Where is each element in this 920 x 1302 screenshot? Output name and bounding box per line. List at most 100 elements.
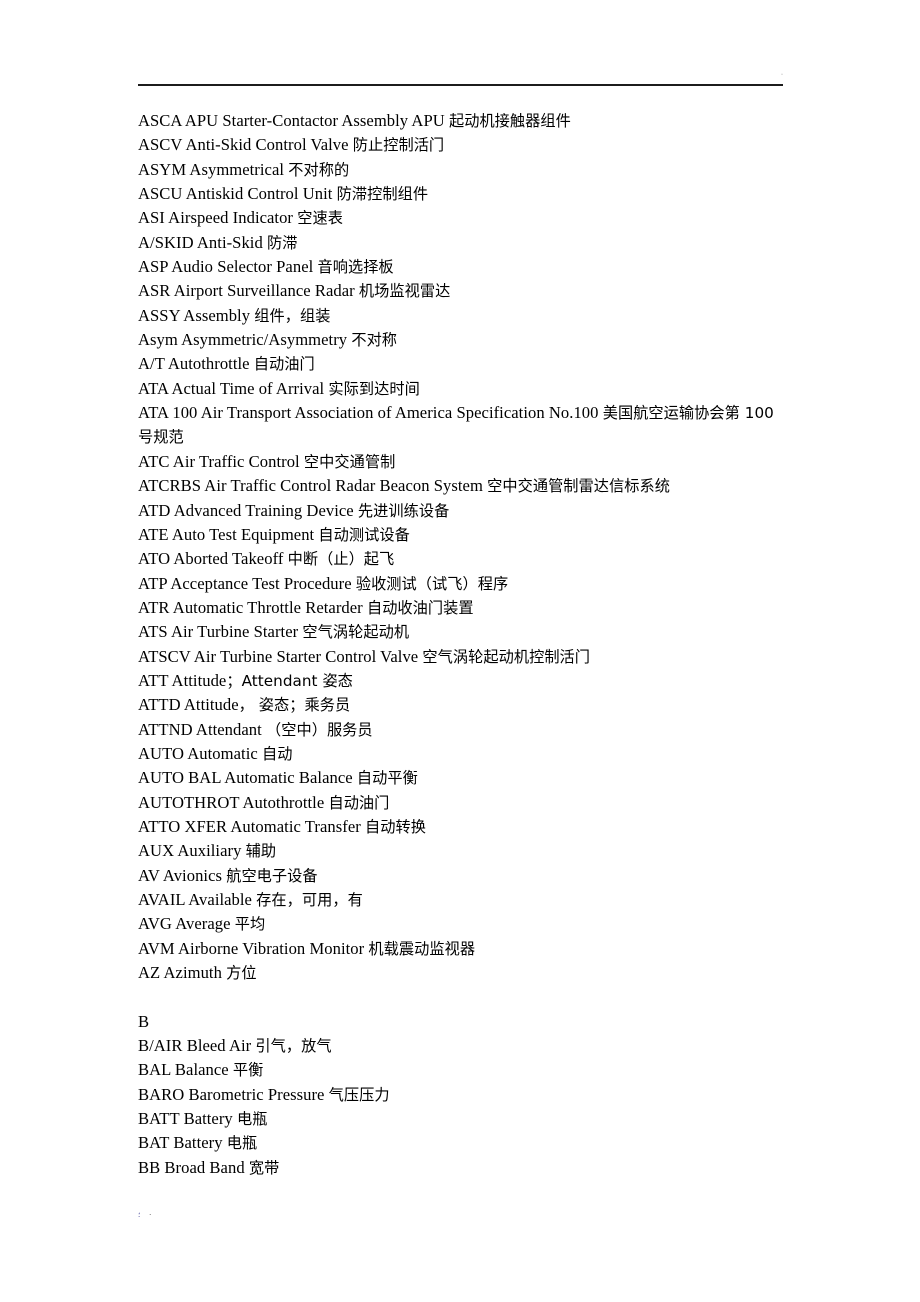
entry-term-en: BARO Barometric Pressure — [138, 1084, 329, 1104]
entry-term-en: AZ Azimuth — [138, 963, 227, 983]
entry-translation-zh: 平均 — [234, 915, 266, 934]
entry-term-en: ATTND Attendant — [138, 719, 266, 739]
entry-term-en: BAT Battery — [138, 1133, 227, 1153]
header-rule-divider — [138, 84, 783, 86]
entry-term-en: AVM Airborne Vibration Monitor — [138, 938, 369, 958]
entry-translation-zh: 平衡 — [232, 1061, 264, 1080]
glossary-entry: AVG Average 平均 — [138, 912, 783, 936]
document-page: · ASCA APU Starter-Contactor Assembly AP… — [0, 0, 920, 1302]
page-header: · — [138, 60, 783, 90]
entry-term-en: ASP Audio Selector Panel — [138, 257, 318, 277]
entry-term-en: ASCV Anti-Skid Control Valve — [138, 135, 353, 155]
entry-translation-zh: 自动收油门装置 — [366, 598, 474, 617]
glossary-entry-list: ASCA APU Starter-Contactor Assembly APU … — [138, 109, 783, 1180]
entry-translation-zh: 防滞 — [267, 233, 298, 252]
entry-translation-zh: 机场监视雷达 — [358, 282, 451, 301]
entry-term-en: ATP Acceptance Test Procedure — [138, 573, 356, 593]
entry-term-en: ATCRBS Air Traffic Control Radar Beacon … — [138, 476, 488, 496]
glossary-entry: ATTND Attendant （空中）服务员 — [138, 718, 783, 742]
glossary-entry: A/T Autothrottle 自动油门 — [138, 352, 783, 376]
entry-term-en: AV Avionics — [138, 865, 227, 885]
entry-translation-zh: 航空电子设备 — [226, 866, 318, 885]
entry-term-en: ASI Airspeed Indicator — [138, 208, 298, 228]
entry-translation-zh: 组件，组装 — [254, 306, 331, 325]
entry-term-en: ATS Air Turbine Starter — [138, 622, 303, 642]
entry-translation-zh: ， 姿态；乘务员 — [238, 696, 351, 715]
entry-translation-zh: 方位 — [226, 964, 257, 983]
entry-term-en: ATR Automatic Throttle Retarder — [138, 597, 367, 617]
glossary-entry: BAL Balance 平衡 — [138, 1058, 783, 1082]
glossary-entry: ASYM Asymmetrical 不对称的 — [138, 158, 783, 182]
entry-term-en: B — [138, 1011, 150, 1031]
entry-term-en: ATD Advanced Training Device — [138, 500, 358, 520]
entry-translation-zh: 不对称 — [351, 331, 398, 350]
glossary-entry: ASP Audio Selector Panel 音响选择板 — [138, 255, 783, 279]
entry-term-en: AUTO Automatic — [138, 743, 262, 763]
glossary-entry: ATS Air Turbine Starter 空气涡轮起动机 — [138, 620, 783, 644]
glossary-entry: ATA Actual Time of Arrival 实际到达时间 — [138, 377, 783, 401]
glossary-entry: ASSY Assembly 组件，组装 — [138, 304, 783, 328]
entry-translation-zh: 防止控制活门 — [352, 136, 445, 155]
glossary-entry: ASCU Antiskid Control Unit 防滞控制组件 — [138, 182, 783, 206]
glossary-entry: AUX Auxiliary 辅助 — [138, 839, 783, 863]
glossary-entry: ATD Advanced Training Device 先进训练设备 — [138, 499, 783, 523]
page-footer: ؛ · — [138, 1212, 783, 1232]
entry-translation-zh: 电瓶 — [226, 1134, 258, 1153]
entry-term-en: ATSCV Air Turbine Starter Control Valve — [138, 646, 423, 666]
entry-translation-zh: 宽带 — [248, 1158, 280, 1177]
entry-translation-zh: 实际到达时间 — [328, 379, 420, 398]
entry-term-en: ATA Actual Time of Arrival — [138, 378, 329, 398]
entry-translation-zh: 验收测试（试飞）程序 — [355, 574, 509, 593]
entry-translation-zh: 自动测试设备 — [318, 525, 410, 544]
glossary-entry: ATP Acceptance Test Procedure 验收测试（试飞）程序 — [138, 572, 783, 596]
glossary-entry: ASCV Anti-Skid Control Valve 防止控制活门 — [138, 133, 783, 157]
entry-term-en: ATTO XFER Automatic Transfer — [138, 816, 366, 836]
entry-term-en: ATC Air Traffic Control — [138, 451, 304, 471]
entry-term-en: AVAIL Available — [138, 890, 257, 909]
glossary-entry: ASR Airport Surveillance Radar 机场监视雷达 — [138, 279, 783, 303]
entry-translation-zh: 音响选择板 — [317, 258, 394, 277]
entry-translation-zh: 起动机接触器组件 — [448, 112, 571, 130]
entry-translation-zh: 不对称的 — [288, 160, 350, 179]
glossary-entry: ATTD Attitude， 姿态；乘务员 — [138, 693, 783, 717]
glossary-entry: ATE Auto Test Equipment 自动测试设备 — [138, 523, 783, 547]
entry-term-en: Asym Asymmetric/Asymmetry — [138, 330, 352, 350]
glossary-entry: Asym Asymmetric/Asymmetry 不对称 — [138, 328, 783, 352]
glossary-entry: ATR Automatic Throttle Retarder 自动收油门装置 — [138, 596, 783, 620]
glossary-entry: BAT Battery 电瓶 — [138, 1131, 783, 1155]
header-corner-mark: · — [781, 72, 783, 78]
glossary-entry: A/SKID Anti-Skid 防滞 — [138, 231, 783, 255]
glossary-entry: AV Avionics 航空电子设备 — [138, 864, 783, 888]
entry-term-en: ASSY Assembly — [138, 305, 255, 325]
entry-translation-zh: 空速表 — [297, 209, 343, 228]
entry-translation-zh: 先进训练设备 — [357, 501, 450, 520]
glossary-entry: ATA 100 Air Transport Association of Ame… — [138, 401, 783, 450]
glossary-entry: ATO Aborted Takeoff 中断（止）起飞 — [138, 547, 783, 571]
glossary-entry: ATC Air Traffic Control 空中交通管制 — [138, 450, 783, 474]
glossary-entry: ASI Airspeed Indicator 空速表 — [138, 206, 783, 230]
entry-translation-zh: 防滞控制组件 — [336, 185, 429, 204]
entry-translation-zh: 中断（止）起飞 — [287, 550, 395, 569]
footer-mark-left: ؛ — [138, 1211, 141, 1219]
entry-translation-zh: 电瓶 — [236, 1110, 268, 1129]
glossary-entry: B/AIR Bleed Air 引气，放气 — [138, 1034, 783, 1058]
entry-term-en: AUTO BAL Automatic Balance — [138, 768, 357, 788]
entry-term-en: AUX Auxiliary — [138, 841, 246, 861]
glossary-entry: AZ Azimuth 方位 — [138, 961, 783, 985]
footer-mark-right: · — [149, 1211, 152, 1219]
glossary-entry: AUTOTHROT Autothrottle 自动油门 — [138, 791, 783, 815]
glossary-entry: ATT Attitude；Attendant 姿态 — [138, 669, 783, 693]
entry-translation-zh: 机载震动监视器 — [368, 939, 476, 958]
entry-translation-zh: 自动平衡 — [356, 769, 418, 788]
entry-translation-zh: 空中交通管制 — [303, 452, 396, 471]
entry-translation-zh: ；Attendant 姿态 — [226, 671, 353, 690]
glossary-entry: BARO Barometric Pressure 气压压力 — [138, 1083, 783, 1107]
entry-term-en: ATT Attitude — [138, 670, 227, 690]
entry-translation-zh: 自动油门 — [328, 793, 390, 812]
glossary-entry: AVAIL Available 存在，可用，有 — [138, 888, 783, 912]
entry-translation-zh: 气压压力 — [328, 1085, 390, 1104]
glossary-entry: ATTO XFER Automatic Transfer 自动转换 — [138, 815, 783, 839]
entry-translation-zh: 自动 — [261, 744, 293, 763]
glossary-entry: AUTO Automatic 自动 — [138, 742, 783, 766]
